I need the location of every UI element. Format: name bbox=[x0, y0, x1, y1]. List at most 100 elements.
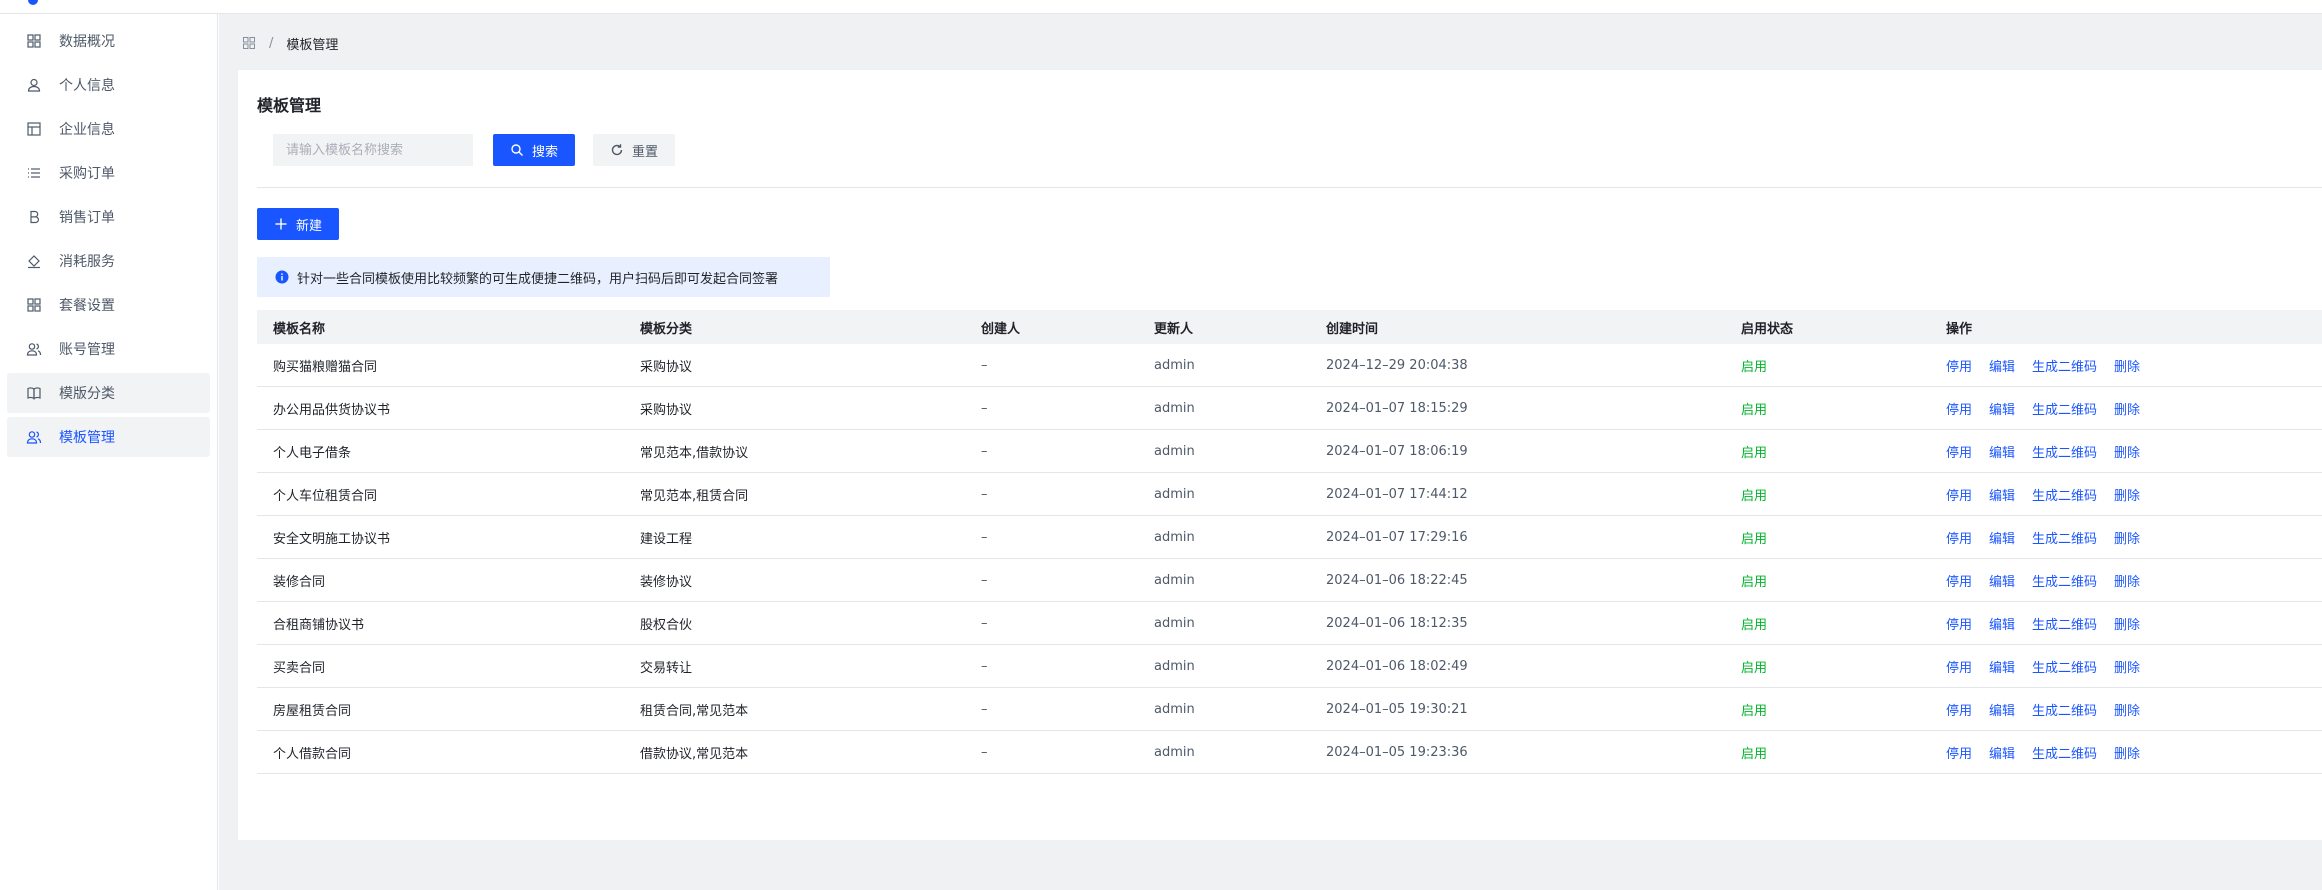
delete-link[interactable]: 删除 bbox=[2114, 442, 2140, 461]
delete-link[interactable]: 删除 bbox=[2114, 528, 2140, 547]
creator: – bbox=[981, 486, 988, 502]
template-category: 装修协议 bbox=[640, 574, 693, 590]
disable-link[interactable]: 停用 bbox=[1946, 399, 1972, 418]
paint-bucket-icon bbox=[26, 253, 42, 269]
new-button-label: 新建 bbox=[295, 217, 322, 233]
disable-link[interactable]: 停用 bbox=[1946, 614, 1972, 633]
search-button[interactable]: 搜索 bbox=[493, 134, 575, 166]
disable-link[interactable]: 停用 bbox=[1946, 528, 1972, 547]
edit-link[interactable]: 编辑 bbox=[1989, 485, 2015, 504]
generate-qrcode-link[interactable]: 生成二维码 bbox=[2032, 614, 2097, 633]
template-category: 采购协议 bbox=[640, 402, 693, 418]
edit-link[interactable]: 编辑 bbox=[1989, 356, 2015, 375]
updater: admin bbox=[1154, 744, 1195, 760]
generate-qrcode-link[interactable]: 生成二维码 bbox=[2032, 743, 2097, 762]
sidebar-item-company[interactable]: 企业信息 bbox=[7, 109, 210, 149]
delete-link[interactable]: 删除 bbox=[2114, 700, 2140, 719]
main-content: / 模板管理 模板管理 搜索 重置 新建 针对一些合同模板使用比较频繁的可生成便… bbox=[219, 14, 2322, 890]
table-row: 个人电子借条 常见范本,借款协议 – admin 2024–01–07 18:06:19… bbox=[257, 430, 2322, 473]
generate-qrcode-link[interactable]: 生成二维码 bbox=[2032, 700, 2097, 719]
row-actions: 停用 编辑 生成二维码 删除 bbox=[1946, 516, 2157, 558]
edit-link[interactable]: 编辑 bbox=[1989, 657, 2015, 676]
sidebar-item-consumption[interactable]: 消耗服务 bbox=[7, 241, 210, 281]
generate-qrcode-link[interactable]: 生成二维码 bbox=[2032, 571, 2097, 590]
status-badge: 启用 bbox=[1741, 746, 1768, 762]
template-name: 购买猫粮赠猫合同 bbox=[273, 359, 378, 375]
top-bar bbox=[0, 0, 2322, 14]
sidebar-item-label: 销售订单 bbox=[59, 210, 115, 226]
search-input[interactable] bbox=[273, 134, 473, 166]
edit-link[interactable]: 编辑 bbox=[1989, 442, 2015, 461]
created-time: 2024–01–07 18:06:19 bbox=[1326, 443, 1468, 459]
disable-link[interactable]: 停用 bbox=[1946, 700, 1972, 719]
disable-link[interactable]: 停用 bbox=[1946, 657, 1972, 676]
generate-qrcode-link[interactable]: 生成二维码 bbox=[2032, 442, 2097, 461]
disable-link[interactable]: 停用 bbox=[1946, 442, 1972, 461]
row-actions: 停用 编辑 生成二维码 删除 bbox=[1946, 344, 2157, 386]
sidebar-item-packages[interactable]: 套餐设置 bbox=[7, 285, 210, 325]
sidebar-item-accounts[interactable]: 账号管理 bbox=[7, 329, 210, 369]
updater: admin bbox=[1154, 529, 1195, 545]
table-row: 个人借款合同 借款协议,常见范本 – admin 2024–01–05 19:23:36… bbox=[257, 731, 2322, 774]
disable-link[interactable]: 停用 bbox=[1946, 485, 1972, 504]
creator: – bbox=[981, 443, 988, 459]
delete-link[interactable]: 删除 bbox=[2114, 614, 2140, 633]
disable-link[interactable]: 停用 bbox=[1946, 571, 1972, 590]
new-button[interactable]: 新建 bbox=[257, 208, 339, 240]
row-actions: 停用 编辑 生成二维码 删除 bbox=[1946, 473, 2157, 515]
disable-link[interactable]: 停用 bbox=[1946, 743, 1972, 762]
info-icon bbox=[275, 270, 289, 284]
delete-link[interactable]: 删除 bbox=[2114, 743, 2140, 762]
column-header: 模板分类 bbox=[640, 321, 693, 337]
generate-qrcode-link[interactable]: 生成二维码 bbox=[2032, 399, 2097, 418]
apps-icon[interactable] bbox=[242, 36, 256, 50]
table-row: 房屋租赁合同 租赁合同,常见范本 – admin 2024–01–05 19:30:21… bbox=[257, 688, 2322, 731]
row-actions: 停用 编辑 生成二维码 删除 bbox=[1946, 387, 2157, 429]
table-row: 合租商铺协议书 股权合伙 – admin 2024–01–06 18:12:35 启用 停用… bbox=[257, 602, 2322, 645]
delete-link[interactable]: 删除 bbox=[2114, 571, 2140, 590]
row-actions: 停用 编辑 生成二维码 删除 bbox=[1946, 645, 2157, 687]
sidebar-item-template-management[interactable]: 模板管理 bbox=[7, 417, 210, 457]
sidebar-item-template-categories[interactable]: 模版分类 bbox=[7, 373, 210, 413]
column-header: 创建时间 bbox=[1326, 321, 1379, 337]
sidebar-item-profile[interactable]: 个人信息 bbox=[7, 65, 210, 105]
edit-link[interactable]: 编辑 bbox=[1989, 743, 2015, 762]
edit-link[interactable]: 编辑 bbox=[1989, 528, 2015, 547]
created-time: 2024–01–05 19:23:36 bbox=[1326, 744, 1468, 760]
refresh-icon bbox=[610, 143, 624, 157]
generate-qrcode-link[interactable]: 生成二维码 bbox=[2032, 485, 2097, 504]
created-time: 2024–01–06 18:12:35 bbox=[1326, 615, 1468, 631]
sidebar-item-label: 模板管理 bbox=[59, 430, 115, 446]
generate-qrcode-link[interactable]: 生成二维码 bbox=[2032, 356, 2097, 375]
delete-link[interactable]: 删除 bbox=[2114, 657, 2140, 676]
delete-link[interactable]: 删除 bbox=[2114, 485, 2140, 504]
generate-qrcode-link[interactable]: 生成二维码 bbox=[2032, 657, 2097, 676]
generate-qrcode-link[interactable]: 生成二维码 bbox=[2032, 528, 2097, 547]
creator: – bbox=[981, 744, 988, 760]
delete-link[interactable]: 删除 bbox=[2114, 399, 2140, 418]
sidebar-item-label: 数据概况 bbox=[59, 34, 115, 50]
disable-link[interactable]: 停用 bbox=[1946, 356, 1972, 375]
column-header: 创建人 bbox=[981, 321, 1021, 337]
creator: – bbox=[981, 572, 988, 588]
edit-link[interactable]: 编辑 bbox=[1989, 399, 2015, 418]
updater: admin bbox=[1154, 701, 1195, 717]
table-header: 模板名称 模板分类 创建人 更新人 创建时间 启用状态 操作 bbox=[257, 310, 2322, 344]
breadcrumb-current: 模板管理 bbox=[286, 37, 339, 53]
sidebar-item-dashboard[interactable]: 数据概况 bbox=[7, 21, 210, 61]
status-badge: 启用 bbox=[1741, 660, 1768, 676]
edit-link[interactable]: 编辑 bbox=[1989, 700, 2015, 719]
delete-link[interactable]: 删除 bbox=[2114, 356, 2140, 375]
template-table: 模板名称 模板分类 创建人 更新人 创建时间 启用状态 操作 购买猫粮赠猫合同采… bbox=[257, 310, 2322, 774]
reset-button[interactable]: 重置 bbox=[593, 134, 675, 166]
edit-link[interactable]: 编辑 bbox=[1989, 614, 2015, 633]
row-actions: 停用 编辑 生成二维码 删除 bbox=[1946, 559, 2157, 601]
logo bbox=[28, 0, 38, 5]
template-category: 建设工程 bbox=[640, 531, 693, 547]
content-card: 模板管理 搜索 重置 新建 针对一些合同模板使用比较频繁的可生成便捷二维码，用户… bbox=[238, 70, 2322, 840]
edit-link[interactable]: 编辑 bbox=[1989, 571, 2015, 590]
book-icon bbox=[26, 385, 42, 401]
sidebar-item-sales-orders[interactable]: 销售订单 bbox=[7, 197, 210, 237]
status-badge: 启用 bbox=[1741, 574, 1768, 590]
sidebar-item-purchase-orders[interactable]: 采购订单 bbox=[7, 153, 210, 193]
